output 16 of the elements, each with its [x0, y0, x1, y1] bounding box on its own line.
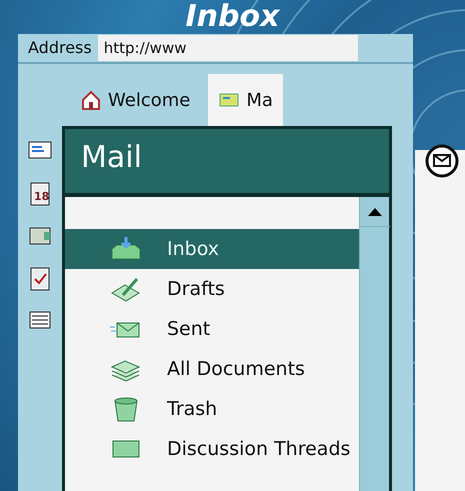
address-field[interactable]: http://www: [98, 34, 358, 62]
panel-title: Mail: [65, 129, 389, 197]
envelope-icon[interactable]: [425, 144, 459, 178]
folder-item[interactable]: All Documents: [65, 349, 359, 389]
house-icon: [80, 89, 102, 111]
scroll-up-icon[interactable]: [368, 208, 382, 216]
address-label: Address: [28, 37, 92, 59]
banner-title: Inbox: [184, 0, 281, 34]
tab[interactable]: Ma: [208, 74, 283, 126]
scrollbar[interactable]: [359, 197, 389, 491]
tab[interactable]: Welcome: [70, 74, 200, 126]
folder-item[interactable]: Sent: [65, 309, 359, 349]
folder-item[interactable]: Trash: [65, 389, 359, 429]
folder-item[interactable]: Inbox: [65, 229, 359, 269]
folder-item[interactable]: Discussion Threads: [65, 429, 359, 469]
folder-item[interactable]: Drafts: [65, 269, 359, 309]
